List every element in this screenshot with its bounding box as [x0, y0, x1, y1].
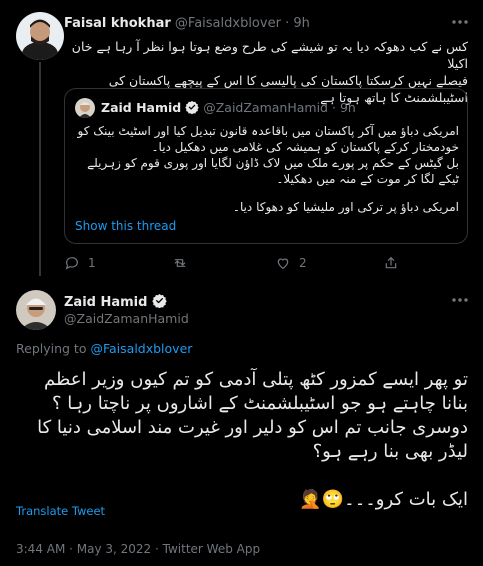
separator-dot: ·: [331, 100, 336, 115]
last-line-text: ایک بات کرو۔۔۔: [344, 489, 468, 510]
like-icon: [277, 258, 289, 270]
avatar-zaid[interactable]: [16, 290, 56, 330]
share-button[interactable]: [383, 255, 399, 271]
tweet-text-line: لیڈر بھی بنا رہے ہو؟: [312, 441, 468, 462]
quote-text: امریکی دباؤ میں آکر پاکستان میں باقاعدہ …: [75, 123, 460, 215]
quote-time[interactable]: 9h: [340, 100, 356, 115]
replying-to-label: Replying to: [16, 341, 87, 356]
tweet-text-line: تو پھر ایسے کمزور کٹھ پتلی آدمی کو تم کی…: [43, 369, 468, 390]
reply-icon: [65, 257, 78, 270]
quote-text-line: امریکی دباؤ میں آکر پاکستان میں باقاعدہ …: [77, 124, 460, 138]
emoji-text: 🙄🤦: [299, 489, 345, 510]
quote-text-line: خودمختار کرکے پاکستان کو ہمیشہ کی غلامی …: [151, 140, 460, 154]
thread-connector-line: [39, 62, 41, 276]
avatar-faisal[interactable]: [16, 12, 64, 60]
show-thread-link[interactable]: Show this thread: [75, 219, 176, 233]
tweet-text-line: کس نے کب دھوکہ دیا یہ تو شیشے کی طرح وضع…: [71, 39, 468, 71]
more-icon[interactable]: [450, 290, 470, 310]
author-name[interactable]: Faisal khokhar: [64, 16, 171, 31]
avatar-zaid-small[interactable]: [75, 98, 95, 118]
like-button[interactable]: 2: [275, 255, 307, 271]
quote-author-name[interactable]: Zaid Hamid: [101, 100, 181, 115]
separator-dot: ·: [285, 16, 290, 31]
main-tweet-text: تو پھر ایسے کمزور کٹھ پتلی آدمی کو تم کی…: [16, 368, 468, 512]
author-name[interactable]: Zaid Hamid: [64, 295, 147, 310]
author-handle[interactable]: @Faisaldxblover: [175, 16, 281, 31]
quote-author-handle[interactable]: @ZaidZamanHamid: [203, 100, 328, 115]
replying-to-handle[interactable]: @Faisaldxblover: [90, 341, 192, 356]
reply-count: 1: [88, 256, 96, 270]
tweet-text-line: دوسری جانب تم اس کو دلیر اور غیرت مند اس…: [37, 417, 468, 438]
quote-text-line: بل گیٹس کے حکم پر پورے ملک میں لاک ڈاؤن …: [87, 156, 459, 170]
like-count: 2: [299, 256, 307, 270]
retweet-button[interactable]: [172, 255, 196, 271]
retweet-icon: [174, 259, 186, 267]
quoted-tweet[interactable]: Zaid Hamid @ZaidZamanHamid · 9h امریکی د…: [64, 88, 468, 244]
translate-tweet-link[interactable]: Translate Tweet: [16, 504, 105, 518]
more-icon[interactable]: [450, 12, 470, 32]
share-icon: [385, 257, 397, 269]
tweet-text-line: بنانا چاہتے ہو جو اسٹیبلشمنٹ کے اشاروں پ…: [52, 393, 468, 414]
tweet-timestamp[interactable]: 3:44 AM · May 3, 2022 · Twitter Web App: [16, 542, 260, 556]
verified-badge-icon: [151, 293, 167, 308]
verified-badge-icon: [185, 100, 200, 114]
author-handle[interactable]: @ZaidZamanHamid: [64, 311, 189, 326]
quote-text-line: ٹیکے لگا کر موت کے منہ میں دھکیلا۔: [276, 172, 459, 186]
tweet-time[interactable]: 9h: [293, 16, 310, 31]
tweet-text-line: فیصلے نہیں کرسکتا پاکستان کی پالیسی کا ا…: [108, 73, 468, 88]
quote-text-line: امریکی دباؤ پر ترکی اور ملیشیا کو دھوکا …: [232, 200, 459, 214]
reply-button[interactable]: 1: [64, 255, 96, 271]
